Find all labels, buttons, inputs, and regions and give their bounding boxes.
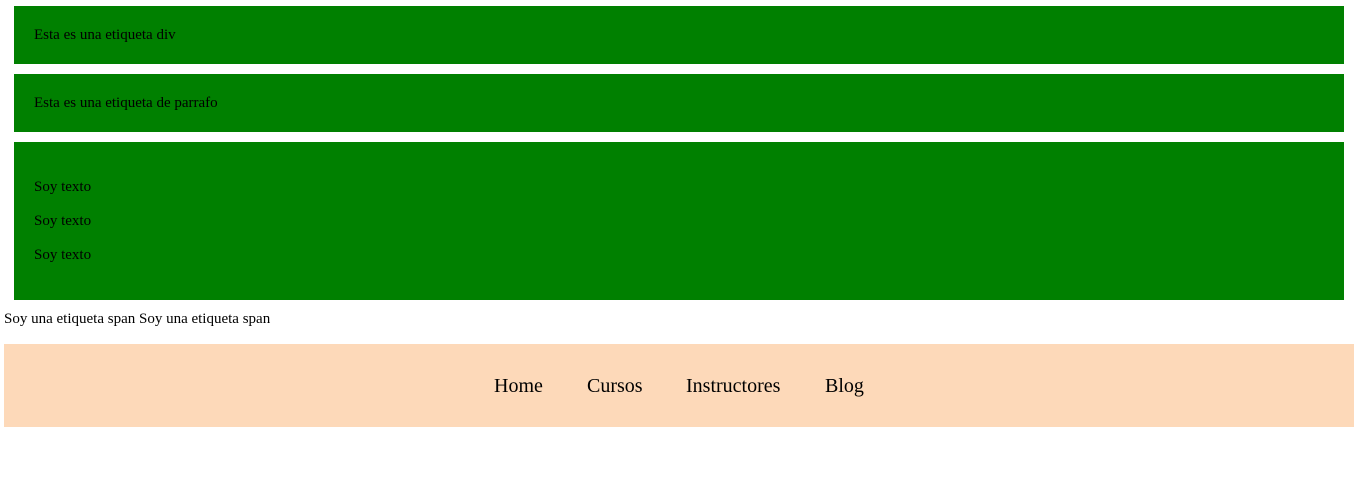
- page: Esta es una etiqueta div Esta es una eti…: [0, 0, 1362, 496]
- nav-link-home[interactable]: Home: [494, 374, 543, 398]
- span-text-line: Soy una etiqueta span Soy una etiqueta s…: [4, 311, 271, 327]
- text-line: Soy texto: [34, 179, 92, 195]
- paragraph-box: Esta es una etiqueta de parrafo: [14, 74, 1344, 132]
- nav-link-blog[interactable]: Blog: [825, 374, 864, 398]
- navigation-bar: Home Cursos Instructores Blog: [4, 344, 1354, 427]
- div-box-text: Esta es una etiqueta div: [34, 27, 176, 43]
- text-box: Soy texto Soy texto Soy texto: [14, 142, 1344, 300]
- nav-link-instructores[interactable]: Instructores: [686, 374, 780, 398]
- nav-link-cursos[interactable]: Cursos: [587, 374, 643, 398]
- text-line: Soy texto: [34, 213, 92, 229]
- text-line: Soy texto: [34, 247, 92, 263]
- div-box: Esta es una etiqueta div: [14, 6, 1344, 64]
- paragraph-box-text: Esta es una etiqueta de parrafo: [34, 95, 218, 111]
